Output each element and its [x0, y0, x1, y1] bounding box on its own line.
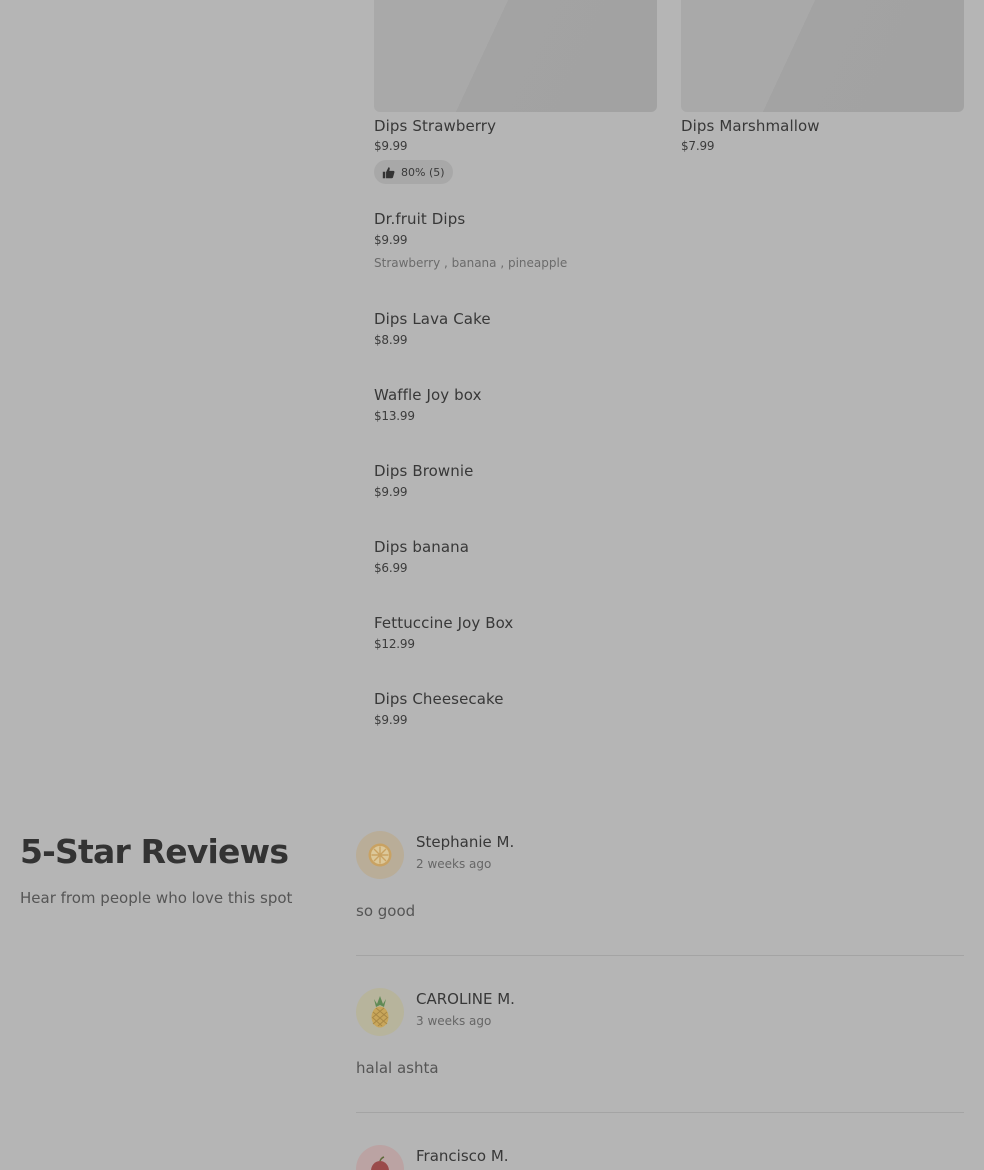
menu-item[interactable]: Fettuccine Joy Box $12.99 — [374, 614, 513, 652]
item-name: Dips Lava Cake — [374, 310, 491, 328]
reviewer-info: Stephanie M. 2 weeks ago — [416, 833, 514, 872]
pineapple-icon — [371, 996, 389, 1028]
menu-item[interactable]: Dips Brownie $9.99 — [374, 462, 474, 500]
fruit-icon — [371, 1156, 389, 1170]
reviewer-name: Francisco M. — [416, 1147, 509, 1165]
item-price: $12.99 — [374, 637, 415, 651]
item-price: $13.99 — [374, 409, 415, 423]
featured-item-card[interactable]: Dips Marshmallow $7.99 — [681, 0, 964, 154]
item-price: $9.99 — [374, 713, 408, 727]
item-name: Dips Brownie — [374, 462, 474, 480]
reviews-header: 5-Star Reviews Hear from people who love… — [20, 830, 340, 908]
reviews-subtitle: Hear from people who love this spot — [20, 889, 293, 907]
store-page: Dips Strawberry $9.99 80% (5) Dips Marsh… — [0, 0, 984, 1170]
item-image-placeholder — [681, 0, 964, 112]
review-card: Francisco M. — [356, 1145, 964, 1170]
menu-item[interactable]: Waffle Joy box $13.99 — [374, 386, 482, 424]
menu-item[interactable]: Dips Cheesecake $9.99 — [374, 690, 504, 728]
menu-item[interactable]: Dips Lava Cake $8.99 — [374, 310, 491, 348]
item-name: Dips Cheesecake — [374, 690, 504, 708]
review-time: 2 weeks ago — [416, 857, 492, 871]
reviewer-avatar — [356, 831, 404, 879]
reviewer-avatar — [356, 1145, 404, 1170]
item-name: Fettuccine Joy Box — [374, 614, 514, 632]
item-name: Dips Marshmallow — [681, 117, 820, 135]
item-price: $9.99 — [374, 233, 408, 247]
reviewer-avatar — [356, 988, 404, 1036]
item-price: $8.99 — [374, 333, 408, 347]
item-name: Waffle Joy box — [374, 386, 482, 404]
rating-badge: 80% (5) — [374, 160, 453, 184]
item-description: Strawberry , banana , pineapple — [374, 256, 568, 270]
review-card: Stephanie M. 2 weeks ago so good — [356, 831, 964, 957]
item-price: $9.99 — [374, 139, 408, 153]
reviewer-name: CAROLINE M. — [416, 990, 515, 1008]
thumbs-up-icon — [382, 166, 395, 178]
reviewer-name: Stephanie M. — [416, 833, 515, 851]
item-name: Dips banana — [374, 538, 470, 556]
rating-text: 80% (5) — [401, 165, 445, 179]
orange-slice-icon — [368, 843, 392, 867]
reviewer-info: CAROLINE M. 3 weeks ago — [416, 990, 515, 1029]
review-text: halal ashta — [356, 1059, 439, 1077]
divider — [356, 955, 964, 956]
item-name: Dr.fruit Dips — [374, 210, 466, 228]
review-card: CAROLINE M. 3 weeks ago halal ashta — [356, 988, 964, 1114]
menu-item[interactable]: Dr.fruit Dips $9.99 Strawberry , banana … — [374, 210, 567, 271]
item-price: $9.99 — [374, 485, 408, 499]
review-text: so good — [356, 902, 416, 920]
featured-item-card[interactable]: Dips Strawberry $9.99 80% (5) — [374, 0, 657, 184]
divider — [356, 1112, 964, 1113]
review-time: 3 weeks ago — [416, 1014, 492, 1028]
item-price: $7.99 — [681, 139, 715, 153]
reviews-title: 5-Star Reviews — [20, 832, 289, 871]
item-price: $6.99 — [374, 561, 408, 575]
item-name: Dips Strawberry — [374, 117, 497, 135]
reviewer-info: Francisco M. — [416, 1147, 509, 1165]
item-image-placeholder — [374, 0, 657, 112]
menu-item[interactable]: Dips banana $6.99 — [374, 538, 469, 576]
